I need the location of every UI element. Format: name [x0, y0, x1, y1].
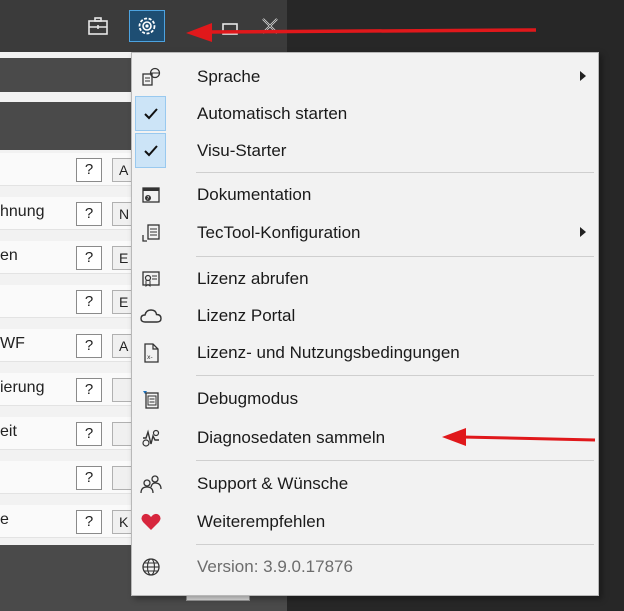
annotation-arrow-diagnostics: [442, 428, 596, 446]
annotation-arrow-settings: [186, 23, 537, 42]
annotation-arrows: [186, 23, 596, 446]
